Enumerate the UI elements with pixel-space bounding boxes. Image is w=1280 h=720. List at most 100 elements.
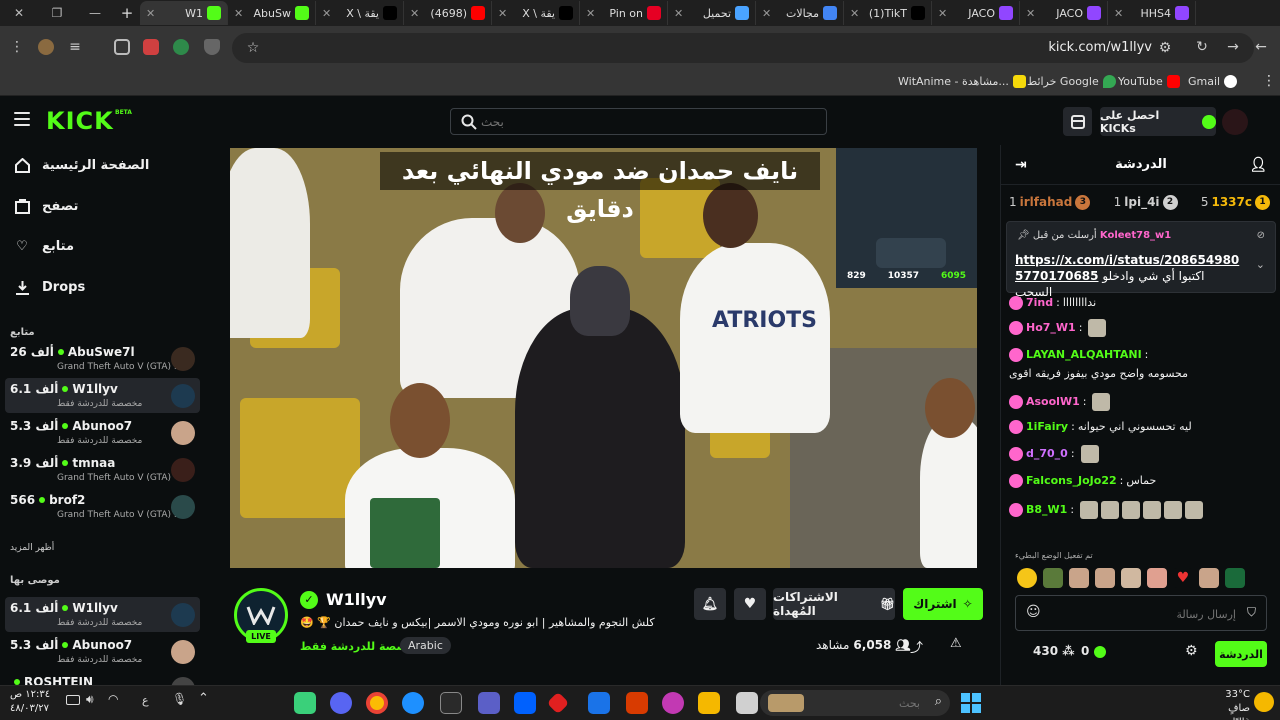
chat-message[interactable]: AsoolW1:	[1009, 393, 1273, 411]
sidebar-channel-abunoo7[interactable]: 5.3 ألف Abunoo7 مخصصة للدردشة فقط	[5, 634, 200, 669]
clock[interactable]: ١٢:٣٤ ص ٤٨/٠٣/٢٧	[10, 688, 50, 716]
emote-icon[interactable]	[1199, 568, 1219, 588]
reload-icon[interactable]: ↻	[1193, 38, 1211, 56]
search-input[interactable]	[481, 112, 811, 132]
close-tab-icon[interactable]: ✕	[410, 7, 419, 20]
weather-widget[interactable]: 33°C صافٍ غالبًا	[1210, 688, 1250, 720]
chat-input-box[interactable]: ☺ ⛉	[1015, 595, 1267, 631]
browser-tab[interactable]: ✕ Pin on	[580, 1, 668, 25]
mail-icon[interactable]	[588, 692, 610, 714]
discord-icon[interactable]	[330, 692, 352, 714]
close-tab-icon[interactable]: ✕	[234, 7, 243, 20]
emoji-icon[interactable]: ☺	[1026, 604, 1041, 620]
emote-icon[interactable]	[1069, 568, 1089, 588]
chevron-up-icon[interactable]: ⌃	[198, 691, 209, 706]
leaderboard-entry[interactable]: 1 irlfahad 3	[1009, 193, 1093, 211]
chat-send-button[interactable]: الدردشة	[1215, 641, 1267, 667]
chat-username[interactable]: Falcons_JoJo22	[1026, 473, 1117, 489]
bookmark-witanime[interactable]: WitAnime - مشاهدة...	[898, 75, 1026, 88]
chat-users-icon[interactable]: 👤︎	[1249, 157, 1267, 173]
close-tab-icon[interactable]: ✕	[938, 7, 947, 20]
close-tab-icon[interactable]: ✕	[762, 7, 771, 20]
sidebar-channel-w1llyv[interactable]: 6.1 ألف W1llyv مخصصة للدردشة فقط	[5, 378, 200, 413]
chat-input[interactable]	[1046, 604, 1236, 624]
minimize-window-icon[interactable]: —	[76, 0, 114, 26]
chat-settings-icon[interactable]: ⚙	[1185, 643, 1198, 659]
close-tab-icon[interactable]: ✕	[146, 7, 155, 20]
collapse-chat-icon[interactable]: ⇥	[1015, 157, 1027, 173]
close-window-icon[interactable]: ✕	[0, 0, 38, 26]
back-icon[interactable]: ←	[1252, 38, 1270, 56]
chevron-down-icon[interactable]: ⌄	[1256, 258, 1265, 271]
kick-logo[interactable]: KICK	[46, 107, 114, 135]
file-explorer-icon[interactable]	[698, 692, 720, 714]
chat-username[interactable]: 7ind	[1026, 295, 1053, 311]
browser-tab[interactable]: ✕ HHS4	[1108, 1, 1196, 25]
restore-window-icon[interactable]: ❐	[38, 0, 76, 26]
emote-icon[interactable]	[1121, 568, 1141, 588]
chat-message[interactable]: 7ind: نداااااااا	[1009, 295, 1273, 311]
taskbar-search[interactable]: ⌕	[760, 690, 950, 716]
bookmark-gmail[interactable]: Gmail	[1188, 75, 1238, 88]
copilot-icon[interactable]	[662, 692, 684, 714]
input-language[interactable]: ع	[142, 694, 149, 707]
chat-username[interactable]: Ho7_W1	[1026, 320, 1076, 336]
gift-subs-button[interactable]: الاشتراكات المُهداة 🎁︎	[773, 588, 895, 620]
emote-icon[interactable]	[1095, 568, 1115, 588]
show-more-link[interactable]: أظهر المزيد	[10, 543, 54, 553]
chat-message[interactable]: 1iFairy: ليه تحسسوني اني حيوانه	[1009, 419, 1273, 435]
microphone-icon[interactable]: 🎙︎	[172, 692, 187, 706]
site-settings-icon[interactable]: ⚙	[1156, 39, 1174, 57]
task-view-icon[interactable]	[736, 692, 758, 714]
sidebar-channel-tmnaa[interactable]: 3.9 ألف tmnaa Grand Theft Auto V (GTA)	[5, 452, 200, 487]
chat-message[interactable]: Falcons_JoJo22: حماس	[1009, 473, 1273, 489]
windows-start-icon[interactable]	[960, 692, 982, 714]
teams-icon[interactable]	[478, 692, 500, 714]
bookmark-google-maps[interactable]: خرائط Google	[1027, 75, 1116, 88]
browser-tab[interactable]: ✕ تحميل	[668, 1, 756, 25]
chat-username[interactable]: AsoolW1	[1026, 394, 1080, 410]
chat-username[interactable]: 1iFairy	[1026, 419, 1068, 435]
sidebar-channel-w1llyv[interactable]: 6.1 ألف W1llyv مخصصة للدردشة فقط	[5, 597, 200, 632]
report-icon[interactable]: ⚠	[950, 636, 962, 651]
nav-drops[interactable]: Drops	[14, 275, 85, 299]
omnibox[interactable]: ☆ kick.com/w1llyv ⚙	[232, 33, 1254, 63]
extension-menu-icon[interactable]: ≡	[66, 38, 84, 56]
close-tab-icon[interactable]: ✕	[322, 7, 331, 20]
taskbar-search-input[interactable]	[800, 693, 920, 713]
browser-tab[interactable]: ✕ X \ يقة	[492, 1, 580, 25]
extension-green-icon[interactable]	[173, 39, 189, 55]
get-kicks-button[interactable]: احصل على KICKs	[1100, 107, 1216, 136]
kicks-balance[interactable]: 0	[1081, 644, 1106, 658]
emote-sunglasses-icon[interactable]	[1017, 568, 1037, 588]
nav-following[interactable]: ♡ متابع	[14, 234, 74, 258]
close-tab-icon[interactable]: ✕	[850, 7, 859, 20]
browser-tab[interactable]: ✕ AbuSw	[228, 1, 316, 25]
chat-username[interactable]: d_70_0	[1026, 446, 1068, 462]
office-icon[interactable]	[626, 692, 648, 714]
channel-points[interactable]: 430 ⁂	[1033, 644, 1075, 658]
more-menu-icon[interactable]: ⋮	[8, 38, 26, 56]
sidebar-channel-abuswe7l[interactable]: 26 ألف AbuSwe7l Grand Theft Auto V (GTA) .…	[5, 341, 200, 376]
browser-tab[interactable]: ✕ X \ يقة	[316, 1, 404, 25]
browser-tab[interactable]: ✕ (4698)	[404, 1, 492, 25]
browser-tab[interactable]: ✕ JACO	[932, 1, 1020, 25]
shield-icon[interactable]	[204, 39, 220, 55]
sidebar-channel-abunoo7[interactable]: 5.3 ألف Abunoo7 مخصصة للدردشة فقط	[5, 415, 200, 450]
volume-icon[interactable]: 🔊︎	[86, 692, 94, 707]
close-tab-icon[interactable]: ✕	[498, 7, 507, 20]
browser-tab[interactable]: ✕ JACO	[1020, 1, 1108, 25]
battery-icon[interactable]	[66, 695, 80, 705]
channel-name[interactable]: ✓ W1llyv	[300, 590, 387, 609]
leaderboard-entry[interactable]: 5 1337c 1	[1201, 193, 1273, 211]
chat-message[interactable]: LAYAN_ALQAHTANI: محسومه واضح مودي بيفوز ف…	[1009, 347, 1273, 382]
close-tab-icon[interactable]: ✕	[1114, 7, 1123, 20]
video-player[interactable]: ATRIOTS نايف حمدان ضد مودي النهائي بعد د…	[230, 148, 977, 568]
chat-username[interactable]: LAYAN_ALQAHTANI	[1026, 347, 1142, 363]
nav-home[interactable]: الصفحة الرئيسية	[14, 153, 149, 177]
emote-icon[interactable]	[1147, 568, 1167, 588]
user-avatar[interactable]	[1222, 109, 1248, 135]
profile-avatar[interactable]	[38, 39, 54, 55]
extensions-icon[interactable]	[114, 39, 130, 55]
leaderboard-entry[interactable]: 1 lpi_4i 2	[1114, 193, 1181, 211]
